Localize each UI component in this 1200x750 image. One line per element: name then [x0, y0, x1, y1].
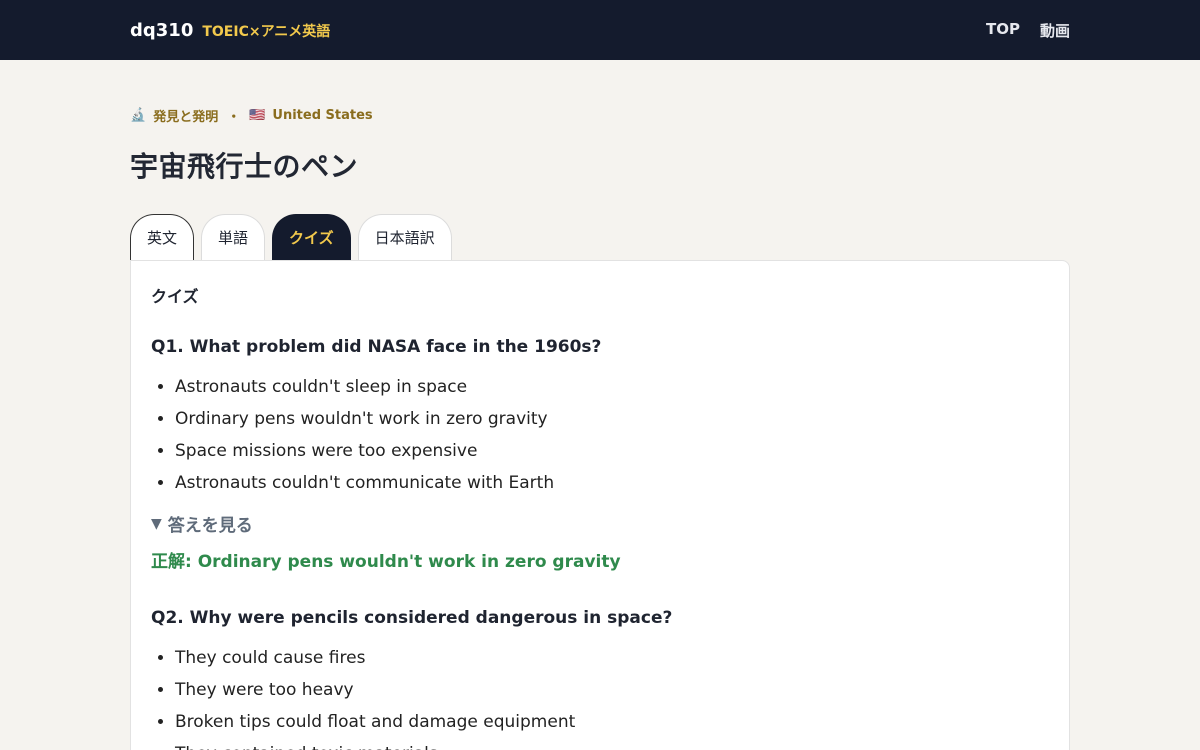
quiz-panel: クイズ Q1. What problem did NASA face in th… [130, 260, 1070, 750]
tab-english[interactable]: 英文 [130, 214, 195, 260]
top-bar: dq310 TOEIC×アニメ英語 TOP 動画 [0, 0, 1200, 60]
list-item: Ordinary pens wouldn't work in zero grav… [175, 403, 1049, 435]
tab-bar: 英文 単語 クイズ 日本語訳 [130, 214, 1070, 260]
page-title: 宇宙飛行士のペン [130, 150, 359, 183]
article-meta: 🔬 発見と発明 ・ 🇺🇸 United States [130, 106, 1070, 125]
brand-name[interactable]: dq310 [130, 20, 193, 41]
list-item: They contained toxic materials [175, 738, 1049, 750]
brand-tagline: TOEIC×アニメ英語 [202, 23, 331, 40]
list-item: Space missions were too expensive [175, 435, 1049, 467]
category-label: 発見と発明 [153, 110, 219, 125]
show-answer-toggle[interactable]: ▼ 答えを見る [151, 511, 1049, 537]
question-1-title: Q1. What problem did NASA face in the 19… [151, 337, 602, 357]
nav-videos-link[interactable]: 動画 [1040, 20, 1070, 41]
question-2-options: They could cause fires They were too hea… [151, 642, 1049, 750]
tab-quiz[interactable]: クイズ [272, 214, 351, 260]
country-label: United States [272, 108, 373, 123]
list-item: Broken tips could float and damage equip… [175, 706, 1049, 738]
tab-vocabulary[interactable]: 単語 [201, 214, 266, 260]
list-item: They were too heavy [175, 674, 1049, 706]
list-item: Astronauts couldn't sleep in space [175, 371, 1049, 403]
microscope-icon: 🔬 [130, 108, 147, 123]
nav-top-link[interactable]: TOP [986, 20, 1020, 41]
show-answer-label: 答えを見る [167, 516, 253, 536]
meta-separator: ・ [227, 110, 241, 125]
question-1-answer: 正解: Ordinary pens wouldn't work in zero … [151, 552, 621, 572]
list-item: They could cause fires [175, 642, 1049, 674]
question-2-title: Q2. Why were pencils considered dangerou… [151, 608, 673, 628]
question-1-options: Astronauts couldn't sleep in space Ordin… [151, 371, 1049, 499]
us-flag-icon: 🇺🇸 [249, 108, 266, 123]
main-content: 🔬 発見と発明 ・ 🇺🇸 United States 宇宙飛行士のペン 英文 単… [0, 106, 1200, 750]
main-nav: TOP 動画 [986, 20, 1070, 41]
triangle-down-icon: ▼ [151, 515, 162, 532]
list-item: Astronauts couldn't communicate with Ear… [175, 467, 1049, 499]
panel-heading: クイズ [151, 287, 199, 306]
brand[interactable]: dq310 TOEIC×アニメ英語 [130, 20, 330, 41]
tab-japanese-translation[interactable]: 日本語訳 [357, 214, 452, 260]
